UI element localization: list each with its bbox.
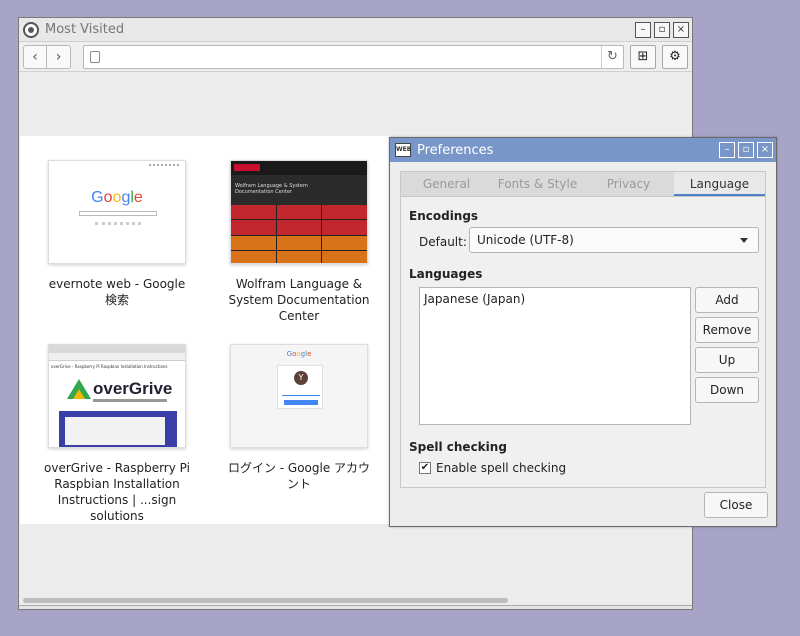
default-encoding-value: Unicode (UTF-8) <box>477 233 574 247</box>
tile-label: Wolfram Language & System Documentation … <box>228 277 370 323</box>
down-button[interactable]: Down <box>695 377 759 403</box>
tile-thumbnail: Google <box>48 160 186 264</box>
tile-label: overGrive - Raspberry Pi Raspbian Instal… <box>44 461 190 523</box>
tile-thumbnail: Wolfram Language & System Documentation C… <box>230 160 368 264</box>
tile-overgrive[interactable]: overGrive - Raspberry Pi Raspbian Instal… <box>42 344 192 524</box>
prefs-app-icon: WEB <box>395 143 411 157</box>
preferences-tabs: General Fonts & Style Privacy Language <box>400 171 766 197</box>
close-button[interactable]: × <box>673 21 689 38</box>
tab-privacy[interactable]: Privacy <box>583 172 674 196</box>
encodings-heading: Encodings <box>409 209 479 223</box>
maximize-button[interactable]: ▫ <box>738 142 754 158</box>
spell-checking-label: Enable spell checking <box>436 461 567 475</box>
google-logo: Google <box>91 189 143 206</box>
default-encoding-label: Default: <box>419 235 467 249</box>
gear-icon[interactable]: ⚙ <box>662 44 688 69</box>
tab-fonts-style[interactable]: Fonts & Style <box>492 172 583 196</box>
default-encoding-select[interactable]: Unicode (UTF-8) <box>469 227 759 253</box>
browser-title: Most Visited <box>45 22 125 37</box>
back-button[interactable]: ‹ <box>23 44 47 69</box>
reload-icon[interactable]: ↻ <box>601 45 623 68</box>
languages-heading: Languages <box>409 267 483 281</box>
minimize-button[interactable]: – <box>719 142 735 158</box>
browser-app-icon <box>23 21 39 38</box>
add-button[interactable]: Add <box>695 287 759 313</box>
spell-checking-checkbox[interactable]: ✔ <box>419 462 431 474</box>
tile-wolfram[interactable]: Wolfram Language & System Documentation C… <box>224 160 374 324</box>
browser-titlebar: Most Visited – ▫ × <box>19 18 692 42</box>
status-strip <box>19 605 692 609</box>
preferences-title: Preferences <box>417 142 494 158</box>
spell-checking-heading: Spell checking <box>409 440 507 454</box>
forward-button[interactable]: › <box>47 44 71 69</box>
tile-google-login[interactable]: Google Y ログイン - Google アカウント <box>224 344 374 492</box>
google-logo: Google <box>286 350 312 358</box>
close-button[interactable]: × <box>757 142 773 158</box>
preferences-dialog: WEB Preferences – ▫ × General Fonts & St… <box>389 137 777 527</box>
list-item[interactable]: Japanese (Japan) <box>424 292 686 306</box>
language-panel: Encodings Default: Unicode (UTF-8) Langu… <box>400 197 766 488</box>
avatar: Y <box>294 371 308 385</box>
languages-list[interactable]: Japanese (Japan) <box>419 287 691 425</box>
up-button[interactable]: Up <box>695 347 759 373</box>
remove-button[interactable]: Remove <box>695 317 759 343</box>
tile-thumbnail: Google Y <box>230 344 368 448</box>
tab-language[interactable]: Language <box>674 172 765 196</box>
tab-general[interactable]: General <box>401 172 492 196</box>
most-visited-grid: Google evernote web - Google 検索 Wolfram … <box>20 136 391 524</box>
chevron-down-icon <box>740 238 748 243</box>
url-bar[interactable]: ↻ <box>83 44 624 69</box>
tile-thumbnail: overGrive - Raspberry Pi Raspbian Instal… <box>48 344 186 448</box>
bookmark-add-button[interactable]: ⊞ <box>630 44 656 69</box>
horizontal-scrollbar[interactable] <box>23 598 508 603</box>
wolfram-logo <box>234 164 260 171</box>
maximize-button[interactable]: ▫ <box>654 21 670 38</box>
overgrive-logo: overGrive <box>93 379 173 398</box>
close-dialog-button[interactable]: Close <box>704 492 768 518</box>
browser-toolbar: ‹ › ↻ ⊞ ⚙ <box>19 42 692 72</box>
page-icon <box>90 50 100 63</box>
tile-evernote[interactable]: Google evernote web - Google 検索 <box>42 160 192 308</box>
preferences-titlebar: WEB Preferences – ▫ × <box>390 138 776 162</box>
tile-label: ログイン - Google アカウント <box>227 461 371 491</box>
tile-label: evernote web - Google 検索 <box>48 277 186 307</box>
spell-checking-option[interactable]: ✔ Enable spell checking <box>419 461 566 475</box>
minimize-button[interactable]: – <box>635 21 651 38</box>
